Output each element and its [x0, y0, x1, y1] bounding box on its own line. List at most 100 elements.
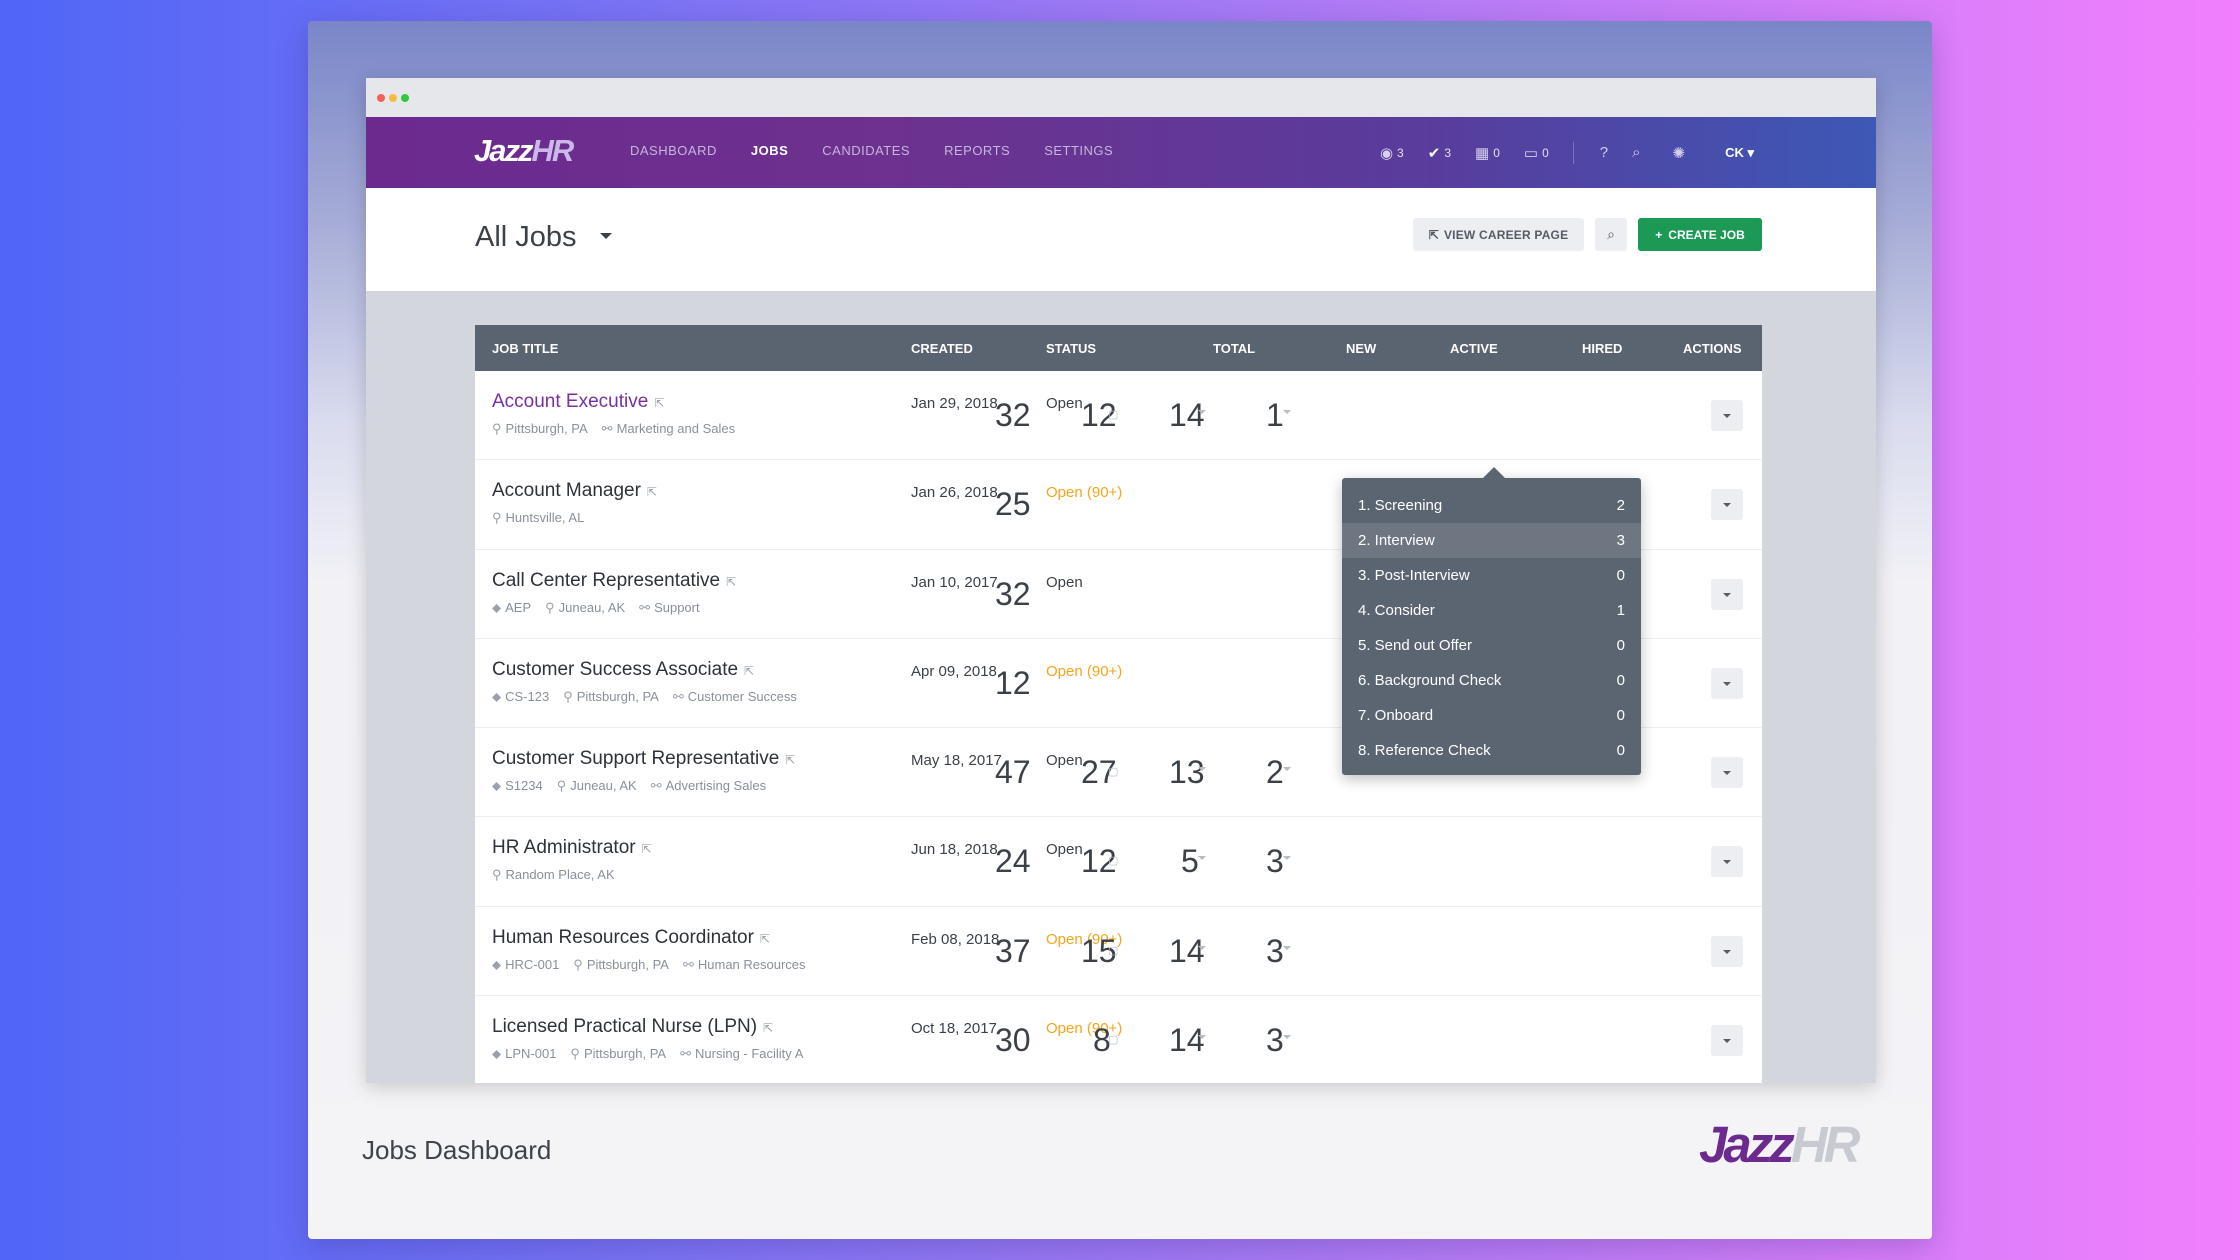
events-counter[interactable]: ▦ 0 — [1475, 144, 1500, 162]
row-actions-dropdown[interactable] — [1711, 935, 1743, 967]
job-title-link[interactable]: Customer Support Representative ⇱ — [492, 748, 795, 770]
stage-item[interactable]: 4. Consider 1 — [1342, 593, 1641, 628]
hired-count[interactable]: 1 — [1266, 397, 1284, 434]
stage-item[interactable]: 6. Background Check 0 — [1342, 663, 1641, 698]
active-count[interactable]: 13 — [1169, 754, 1205, 791]
stage-item[interactable]: 5. Send out Offer 0 — [1342, 628, 1641, 663]
active-count[interactable]: 14 — [1169, 397, 1205, 434]
external-link-icon[interactable]: ⇱ — [647, 485, 657, 499]
row-actions-dropdown[interactable] — [1711, 578, 1743, 610]
col-job-title[interactable]: JOB TITLE — [492, 341, 558, 356]
col-new[interactable]: NEW — [1346, 341, 1376, 356]
row-actions-dropdown[interactable] — [1711, 846, 1743, 878]
nav-reports[interactable]: REPORTS — [944, 143, 1010, 158]
total-count[interactable]: 30 — [995, 1022, 1031, 1059]
create-job-button[interactable]: + CREATE JOB — [1638, 218, 1762, 251]
external-link-icon[interactable]: ⇱ — [744, 664, 754, 678]
external-link-icon[interactable]: ⇱ — [642, 842, 652, 856]
navbar-search-button[interactable]: ⌕ — [1632, 144, 1640, 161]
job-title-link[interactable]: Customer Success Associate ⇱ — [492, 659, 754, 681]
table-row: HR Administrator ⇱ ⚲ Random Place, AK Jun … — [475, 817, 1762, 907]
created-date: Jan 29, 2018 — [911, 395, 998, 412]
nav-dashboard[interactable]: DASHBOARD — [630, 143, 717, 158]
external-link-icon[interactable]: ⇱ — [654, 396, 664, 410]
total-count[interactable]: 25 — [995, 486, 1031, 523]
total-count[interactable]: 24 — [995, 843, 1031, 880]
col-created[interactable]: CREATED — [911, 341, 973, 356]
nav-jobs[interactable]: JOBS — [751, 143, 788, 158]
stage-label: 6. Background Check — [1358, 672, 1502, 689]
tasks-counter[interactable]: ✔ 3 — [1428, 144, 1451, 162]
nav-settings[interactable]: SETTINGS — [1044, 143, 1113, 158]
stage-count: 0 — [1616, 742, 1625, 759]
active-caret-icon[interactable] — [1198, 1035, 1206, 1040]
inbox-counter[interactable]: ▭ 0 — [1524, 144, 1549, 162]
user-menu[interactable]: CK ▾ — [1725, 145, 1754, 161]
jazzhr-logo[interactable]: JazzHR — [474, 133, 574, 169]
row-actions-dropdown[interactable] — [1711, 400, 1743, 431]
job-filter-caret-icon[interactable] — [600, 233, 612, 239]
created-date: Apr 09, 2018 — [911, 662, 997, 680]
job-title-link[interactable]: Account Manager ⇱ — [492, 480, 657, 502]
row-actions-dropdown[interactable] — [1711, 1025, 1743, 1057]
col-status[interactable]: STATUS — [1046, 341, 1096, 356]
row-actions-dropdown[interactable] — [1711, 667, 1743, 699]
maximize-window-dot[interactable] — [401, 94, 409, 102]
status-badge: Open — [1046, 752, 1083, 770]
total-count[interactable]: 12 — [995, 665, 1031, 702]
stage-count: 2 — [1616, 497, 1625, 514]
active-caret-icon[interactable] — [1198, 410, 1206, 414]
view-career-page-button[interactable]: ⇱ VIEW CAREER PAGE — [1413, 218, 1584, 251]
job-title-link[interactable]: Human Resources Coordinator ⇱ — [492, 927, 770, 949]
active-caret-icon[interactable] — [1198, 945, 1206, 950]
apps-button[interactable]: ✺ — [1673, 144, 1686, 162]
active-caret-icon[interactable] — [1198, 767, 1206, 772]
minimize-window-dot[interactable] — [389, 94, 397, 102]
active-count[interactable]: 14 — [1169, 1022, 1205, 1059]
job-title-link[interactable]: Call Center Representative ⇱ — [492, 570, 736, 592]
stage-item[interactable]: 3. Post-Interview 0 — [1342, 558, 1641, 593]
total-count[interactable]: 37 — [995, 933, 1031, 970]
stage-item[interactable]: 7. Onboard 0 — [1342, 698, 1641, 733]
hired-caret-icon[interactable] — [1283, 856, 1291, 861]
job-title-link[interactable]: HR Administrator ⇱ — [492, 837, 652, 859]
hired-caret-icon[interactable] — [1283, 410, 1291, 414]
row-actions-dropdown[interactable] — [1711, 489, 1743, 521]
external-link-icon[interactable]: ⇱ — [726, 575, 736, 589]
col-hired[interactable]: HIRED — [1582, 341, 1622, 356]
close-window-dot[interactable] — [377, 94, 385, 102]
new-candidates-icon: ▢ — [1108, 409, 1119, 421]
hired-caret-icon[interactable] — [1283, 767, 1291, 772]
hired-count[interactable]: 3 — [1266, 843, 1284, 880]
active-caret-icon[interactable] — [1198, 856, 1206, 861]
views-counter[interactable]: ◉ 3 — [1380, 144, 1404, 162]
total-count[interactable]: 47 — [995, 754, 1031, 791]
col-total[interactable]: TOTAL — [1213, 341, 1255, 356]
external-link-icon[interactable]: ⇱ — [763, 1021, 773, 1035]
active-count[interactable]: 14 — [1169, 933, 1205, 970]
hired-caret-icon[interactable] — [1283, 1035, 1291, 1040]
hired-caret-icon[interactable] — [1283, 945, 1291, 950]
external-link-icon[interactable]: ⇱ — [760, 932, 770, 946]
col-active[interactable]: ACTIVE — [1450, 341, 1498, 356]
total-count[interactable]: 32 — [995, 397, 1031, 434]
stage-label: 7. Onboard — [1358, 707, 1434, 724]
jobs-search-button[interactable]: ⌕ — [1595, 218, 1627, 251]
job-title-link[interactable]: Licensed Practical Nurse (LPN) ⇱ — [492, 1016, 773, 1038]
job-location: ⚲ Pittsburgh, PA — [570, 1046, 667, 1062]
job-title-link[interactable]: Account Executive ⇱ — [492, 391, 664, 413]
stage-item[interactable]: 8. Reference Check 0 — [1342, 733, 1641, 768]
job-meta: ⚲ Random Place, AK — [492, 867, 615, 883]
row-actions-dropdown[interactable] — [1711, 757, 1743, 789]
external-link-icon[interactable]: ⇱ — [785, 753, 795, 767]
stage-item[interactable]: 2. Interview 3 — [1342, 523, 1641, 558]
total-count[interactable]: 32 — [995, 576, 1031, 613]
active-count[interactable]: 5 — [1181, 843, 1199, 880]
hired-count[interactable]: 3 — [1266, 1022, 1284, 1059]
table-row: Human Resources Coordinator ⇱ ⬥ HRC-001 ⚲ Pi… — [475, 907, 1762, 997]
hired-count[interactable]: 3 — [1266, 933, 1284, 970]
hired-count[interactable]: 2 — [1266, 754, 1284, 791]
stage-item[interactable]: 1. Screening 2 — [1342, 488, 1641, 523]
nav-candidates[interactable]: CANDIDATES — [822, 143, 910, 158]
help-button[interactable]: ? — [1600, 144, 1608, 161]
